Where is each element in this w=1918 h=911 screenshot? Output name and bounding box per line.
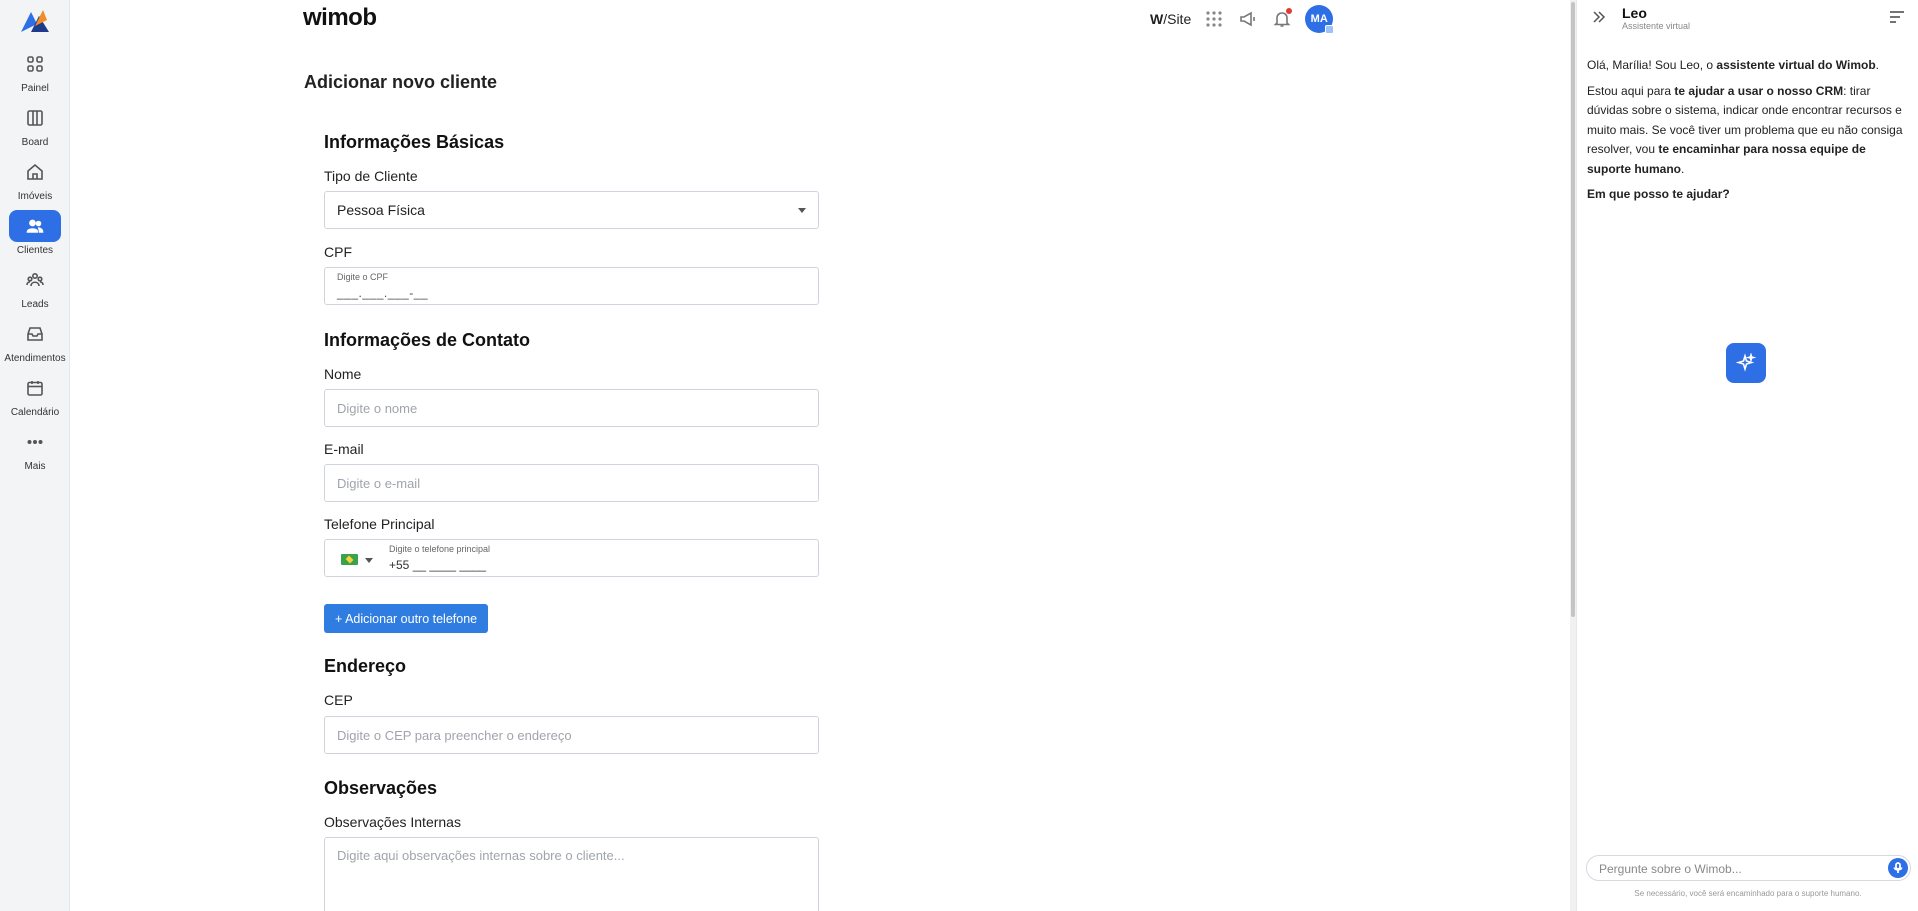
sidebar-item-label: Clientes xyxy=(16,245,54,256)
assistant-subtitle: Assistente virtual xyxy=(1622,21,1691,31)
app-root: Painel Board Imóveis Clientes Leads Aten… xyxy=(0,0,1918,911)
internal-notes-textarea[interactable]: Digite aqui observações internas sobre o… xyxy=(324,837,819,911)
cep-input[interactable]: Digite o CEP para preencher o endereço xyxy=(324,716,819,754)
assistant-header: Leo Assistente virtual xyxy=(1577,0,1918,34)
section-title-address: Endereço xyxy=(324,656,407,676)
brand-wordmark[interactable]: wimob xyxy=(303,4,377,32)
client-type-label: Tipo de Cliente xyxy=(324,168,418,184)
cep-placeholder: Digite o CEP para preencher o endereço xyxy=(337,728,572,743)
client-type-value: Pessoa Física xyxy=(337,202,425,218)
add-phone-button[interactable]: + Adicionar outro telefone xyxy=(324,604,489,633)
text-run: Estou aqui para xyxy=(1587,83,1675,98)
chevron-down-icon[interactable] xyxy=(365,558,373,563)
sidebar-item-label: Mais xyxy=(24,461,46,472)
email-label: E-mail xyxy=(324,441,364,457)
avatar-initials: MA xyxy=(1310,13,1328,25)
email-input[interactable]: Digite o e-mail xyxy=(324,464,819,502)
section-title-notes: Observações xyxy=(324,778,438,798)
sidebar-item-label: Leads xyxy=(21,299,49,310)
text-run: . xyxy=(1681,161,1685,176)
assistant-message-line-3: Em que posso te ajudar? xyxy=(1587,185,1909,205)
phone-input[interactable]: Digite o telefone principal +55 __ ____ … xyxy=(324,539,819,577)
text-run-bold: Em que posso te ajudar? xyxy=(1587,187,1730,201)
name-input[interactable]: Digite o nome xyxy=(324,389,819,427)
internal-notes-label: Observações Internas xyxy=(324,814,461,830)
section-title-contact: Informações de Contato xyxy=(324,330,531,350)
avatar-badge xyxy=(1325,25,1335,34)
inbox-icon xyxy=(9,318,61,350)
chat-input-placeholder: Pergunte sobre o Wimob... xyxy=(1599,862,1742,876)
grid-icon xyxy=(9,48,61,80)
sidebar-item-label: Imóveis xyxy=(17,191,53,202)
user-avatar[interactable]: MA xyxy=(1305,5,1335,34)
assistant-name: Leo xyxy=(1622,5,1647,21)
sidebar-item-label: Board xyxy=(21,137,49,148)
sidebar-item-painel[interactable]: Painel xyxy=(0,48,70,94)
wsite-prefix: W xyxy=(1150,11,1164,27)
name-placeholder: Digite o nome xyxy=(337,401,418,416)
group-icon xyxy=(9,264,61,296)
columns-icon xyxy=(9,102,61,134)
section-title-basic: Informações Básicas xyxy=(324,132,505,152)
name-label: Nome xyxy=(324,366,362,382)
assistant-panel: Leo Assistente virtual Olá, Marília! Sou… xyxy=(1576,0,1918,911)
cep-label: CEP xyxy=(324,692,353,708)
chevron-down-icon xyxy=(798,208,806,213)
sidebar-item-label: Painel xyxy=(21,83,49,94)
main-content: wimob W/Site MA Adicionar novo cliente I… xyxy=(70,0,1570,911)
wimob-logo[interactable] xyxy=(19,6,51,34)
email-placeholder: Digite o e-mail xyxy=(337,476,421,491)
sidebar: Painel Board Imóveis Clientes Leads Aten… xyxy=(0,0,70,911)
double-chevron-right-icon[interactable] xyxy=(1591,9,1607,25)
phone-label: Telefone Principal xyxy=(324,516,435,532)
sidebar-item-board[interactable]: Board xyxy=(0,102,70,148)
page-title: Adicionar novo cliente xyxy=(304,72,498,92)
assistant-chat-input[interactable]: Pergunte sobre o Wimob... xyxy=(1586,855,1911,881)
sidebar-item-calendario[interactable]: Calendário xyxy=(0,372,70,418)
wsite-link[interactable]: W/Site xyxy=(1150,11,1191,27)
cpf-mask: ___.___.___-__ xyxy=(337,286,429,300)
sort-menu-icon[interactable] xyxy=(1889,10,1905,24)
topbar-actions: W/Site MA xyxy=(1150,5,1335,34)
bell-icon[interactable] xyxy=(1271,8,1293,30)
sidebar-item-imoveis[interactable]: Imóveis xyxy=(0,156,70,202)
more-icon xyxy=(9,426,61,458)
text-run: Olá, Marília! Sou Leo, o xyxy=(1587,58,1717,72)
assistant-footer-note: Se necessário, você será encaminhado par… xyxy=(1634,889,1862,898)
text-run: . xyxy=(1875,58,1880,72)
microphone-button[interactable] xyxy=(1888,858,1908,878)
phone-mini-label: Digite o telefone principal xyxy=(389,544,491,554)
notification-dot xyxy=(1286,8,1293,14)
sidebar-item-leads[interactable]: Leads xyxy=(0,264,70,310)
home-icon xyxy=(9,156,61,188)
client-type-select[interactable]: Pessoa Física xyxy=(324,191,819,229)
internal-notes-placeholder: Digite aqui observações internas sobre o… xyxy=(337,848,625,863)
brazil-flag-icon[interactable] xyxy=(341,554,358,565)
sidebar-item-label: Atendimentos xyxy=(4,353,66,364)
microphone-icon xyxy=(1893,862,1903,873)
assistant-message-line-1: Olá, Marília! Sou Leo, o assistente virt… xyxy=(1587,56,1909,76)
megaphone-icon[interactable] xyxy=(1237,8,1259,30)
main-scrollbar-thumb[interactable] xyxy=(1571,2,1575,617)
sparkle-icon xyxy=(1736,353,1756,372)
apps-grid-icon[interactable] xyxy=(1203,8,1225,30)
phone-mask: +55 __ ____ ____ xyxy=(389,558,487,572)
sidebar-item-label: Calendário xyxy=(10,407,60,418)
ai-sparkle-button[interactable] xyxy=(1726,343,1766,383)
users-icon xyxy=(9,210,61,242)
text-run-bold: assistente virtual do Wimob xyxy=(1716,58,1876,72)
cpf-label: CPF xyxy=(324,244,352,260)
assistant-welcome-message: Olá, Marília! Sou Leo, o assistente virt… xyxy=(1587,56,1909,211)
sidebar-item-clientes[interactable]: Clientes xyxy=(0,210,70,256)
sidebar-item-atendimentos[interactable]: Atendimentos xyxy=(0,318,70,364)
cpf-input[interactable]: Digite o CPF ___.___.___-__ xyxy=(324,267,819,305)
cpf-mini-label: Digite o CPF xyxy=(337,272,389,282)
calendar-icon xyxy=(9,372,61,404)
sidebar-item-mais[interactable]: Mais xyxy=(0,426,70,472)
assistant-message-line-2: Estou aqui para te ajudar a usar o nosso… xyxy=(1587,82,1909,180)
text-run-bold: te ajudar a usar o nosso CRM xyxy=(1674,83,1844,98)
wsite-suffix: /Site xyxy=(1163,11,1192,27)
